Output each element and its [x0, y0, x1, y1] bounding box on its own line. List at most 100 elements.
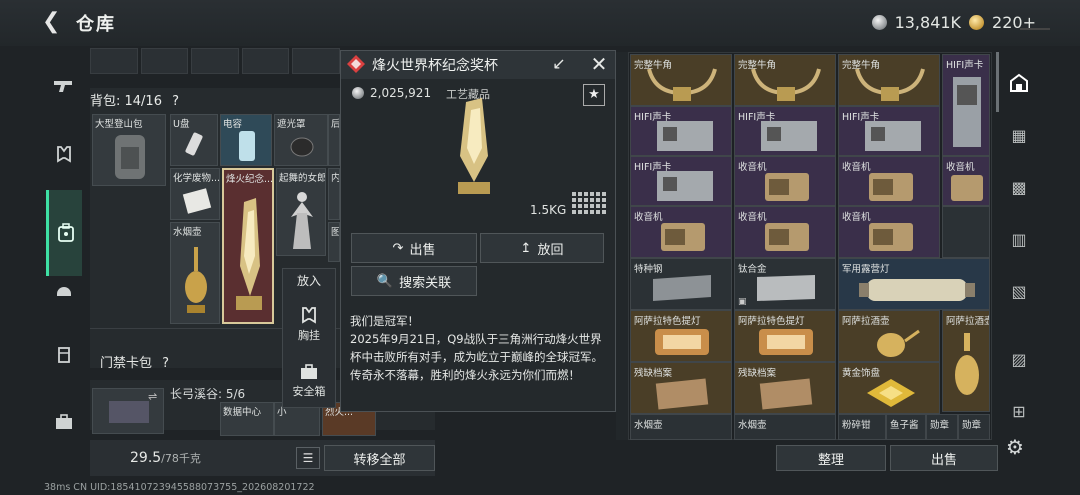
stash-item[interactable]: 收音机 [630, 206, 732, 258]
put-back-button[interactable]: ↥ 放回 [480, 233, 604, 263]
collapse-icon[interactable]: ↙ [548, 54, 570, 74]
usb-drive-icon [185, 132, 203, 156]
inventory-item[interactable]: 图 [328, 222, 340, 262]
transfer-all-button[interactable]: 转移全部 [324, 445, 435, 471]
rarity-diamond-icon [347, 55, 365, 73]
stash-item[interactable]: 军用露营灯 [838, 258, 990, 310]
sort-button[interactable]: 整理 [776, 445, 886, 471]
stash-item[interactable]: HIFI声卡 [630, 156, 732, 206]
item-label: 收音机 [946, 162, 975, 173]
safe-box-icon [301, 364, 317, 379]
search-related-button[interactable]: 🔍 搜索关联 [351, 266, 477, 296]
stash-item[interactable]: 特种钢 [630, 258, 732, 310]
swap-icon[interactable]: ⇌ [148, 390, 157, 403]
stash-item[interactable]: 粉碎钳 [838, 414, 886, 440]
vest-icon[interactable] [46, 134, 82, 174]
wine-jug-icon [877, 329, 920, 357]
sell-button[interactable]: ↷ 出售 [351, 233, 477, 263]
stash-item[interactable]: HIFI声卡 [942, 54, 990, 156]
stash-item[interactable]: 残缺档案 [734, 362, 836, 414]
inventory-item[interactable]: U盘 [170, 114, 218, 166]
stash-item[interactable]: 阿萨拉特色提灯 [734, 310, 836, 362]
stash-tab-icon[interactable]: ▧ [1002, 274, 1036, 308]
stash-item[interactable]: 钛合金 ▣ [734, 258, 836, 310]
stash-item[interactable]: HIFI声卡 [734, 106, 836, 156]
broken-icon: ▣ [738, 297, 747, 307]
stash-item[interactable] [942, 206, 990, 258]
stash-item[interactable]: 收音机 [838, 206, 940, 258]
horn-icon [855, 68, 925, 101]
stash-item[interactable]: 收音机 [734, 206, 836, 258]
inventory-item[interactable]: 遮光罩 [274, 114, 328, 166]
equip-slot[interactable] [90, 48, 138, 74]
list-icon[interactable]: ☰ [296, 447, 320, 469]
gun-icon[interactable] [46, 66, 82, 106]
put-in-safe-box-button[interactable]: 安全箱 [282, 364, 336, 399]
inventory-item[interactable]: 起舞的女郎 [276, 168, 326, 256]
briefcase-icon[interactable] [46, 402, 82, 442]
stash-item[interactable]: 黄金饰盘 [838, 362, 940, 414]
put-in-chest-rig-button[interactable]: 胸挂 [282, 306, 336, 343]
currency-display: 13,841K 220+ [871, 11, 1036, 33]
equip-slot[interactable] [140, 48, 189, 74]
armor-icon[interactable] [46, 335, 82, 375]
equip-slot[interactable] [241, 48, 290, 74]
backpack-tab-icon[interactable] [46, 190, 82, 276]
stash-tab-icon[interactable]: ▩ [1002, 170, 1036, 204]
stash-item[interactable]: 残缺档案 [630, 362, 732, 414]
stash-item[interactable]: 阿萨拉特色提灯 [630, 310, 732, 362]
helmet-icon[interactable] [46, 270, 82, 310]
stash-tab-icon[interactable]: ▥ [1002, 222, 1036, 256]
stash-item[interactable]: 完整牛角 [630, 54, 732, 106]
stash-tab-icon[interactable]: ▨ [1002, 342, 1036, 376]
stash-item[interactable]: 完整牛角 [838, 54, 940, 106]
stash-item[interactable]: 阿萨拉酒壶 [942, 310, 990, 412]
stash-item[interactable]: 收音机 [942, 156, 990, 206]
equip-slot[interactable] [292, 48, 340, 74]
inventory-item[interactable]: 数据中心 [220, 402, 274, 436]
stash-item[interactable]: HIFI声卡 [630, 106, 732, 156]
inventory-item[interactable]: 后 [328, 114, 340, 166]
settings-gear-icon[interactable]: ⚙ [1006, 435, 1030, 459]
trophy-icon [236, 198, 262, 310]
stash-item[interactable]: 勋章 [958, 414, 990, 440]
gold-coin-icon [969, 14, 985, 30]
sound-card-icon [657, 121, 713, 151]
item-label: 鱼子酱 [890, 420, 919, 431]
stash-item[interactable]: 收音机 [734, 156, 836, 206]
radio-icon [869, 223, 913, 251]
stash-item[interactable]: 勋章 [926, 414, 958, 440]
inventory-item[interactable]: 大型登山包 [92, 114, 166, 186]
inventory-item[interactable]: 电容 [220, 114, 272, 166]
stash-item[interactable]: 水烟壶 [734, 414, 836, 440]
silver-amount: 13,841K [894, 12, 962, 32]
selected-inventory-item[interactable]: 烽火纪念... [222, 168, 274, 324]
home-stash-tab-icon[interactable] [1002, 66, 1036, 100]
stash-item[interactable]: 水烟壶 [630, 414, 732, 440]
close-icon[interactable]: ✕ [588, 52, 610, 76]
item-label: 勋章 [930, 420, 950, 431]
inventory-item[interactable]: 内 [328, 168, 340, 220]
stash-item[interactable]: HIFI声卡 [838, 106, 940, 156]
side-nav [44, 50, 82, 430]
stash-item[interactable]: 阿萨拉酒壶 [838, 310, 940, 362]
sell-all-button[interactable]: 出售 [890, 445, 998, 471]
upload-icon: ↥ [520, 240, 532, 256]
help-icon[interactable]: ? [162, 356, 169, 371]
stash-tab-icon[interactable]: ▦ [1002, 118, 1036, 152]
stash-item[interactable]: 完整牛角 [734, 54, 836, 106]
stash-item[interactable]: 鱼子酱 [886, 414, 926, 440]
help-icon[interactable]: ? [172, 94, 179, 109]
backpack-item-icon [115, 135, 145, 179]
sound-card-icon [657, 171, 713, 201]
radio-icon [951, 175, 983, 201]
equip-slot[interactable] [191, 48, 239, 74]
inventory-item[interactable]: 化学废物... [170, 168, 220, 220]
item-label: 粉碎钳 [842, 420, 871, 431]
back-arrow-icon[interactable]: ❮ [42, 10, 66, 34]
stash-item[interactable]: 收音机 [838, 156, 940, 206]
favorite-star-icon[interactable]: ★ [583, 84, 605, 106]
inventory-item[interactable]: 水烟壶 [170, 222, 220, 324]
add-stash-tab-icon[interactable]: ⊞ [1002, 394, 1036, 428]
put-back-label: 放回 [537, 242, 564, 258]
